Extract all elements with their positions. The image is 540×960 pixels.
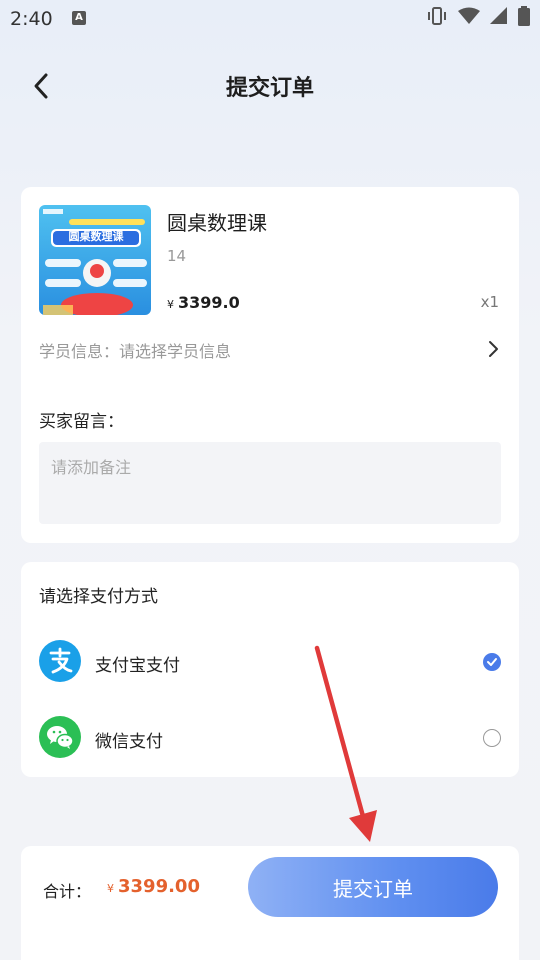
status-time: 2:40 (10, 8, 53, 30)
wechat-label: 微信支付 (95, 732, 163, 752)
status-bar: 2:40 A (0, 0, 540, 38)
wechat-radio[interactable] (483, 729, 501, 747)
total-amount: ¥3399.00 (107, 876, 200, 897)
remark-label: 买家留言： (39, 412, 124, 432)
battery-icon (518, 6, 530, 30)
currency-symbol: ¥ (167, 298, 174, 311)
chevron-right-icon (489, 341, 498, 357)
wechat-icon (39, 716, 81, 758)
signal-icon (490, 7, 508, 29)
submit-order-button[interactable]: 提交订单 (248, 857, 498, 917)
price-value: 3399.0 (178, 293, 240, 312)
total-label: 合计： (43, 882, 92, 901)
vibrate-icon (426, 7, 448, 29)
check-icon (487, 658, 497, 666)
payment-option-alipay[interactable]: 支付宝支付 (39, 640, 501, 684)
total-value: 3399.00 (118, 876, 200, 897)
thumbnail-caption: 圆桌数理课 (68, 230, 124, 243)
product-quantity: x1 (480, 293, 499, 311)
product-title: 圆桌数理课 (167, 211, 267, 235)
alipay-radio[interactable] (483, 653, 501, 671)
wifi-icon (458, 7, 480, 29)
total-currency: ¥ (107, 882, 114, 895)
notification-icon: A (72, 11, 86, 25)
nav-bar: 提交订单 (0, 58, 540, 114)
student-info-label: 学员信息：请选择学员信息 (39, 342, 232, 361)
status-icons (426, 6, 530, 30)
page-title: 提交订单 (225, 76, 314, 101)
checkout-bar: 合计： ¥3399.00 提交订单 (21, 846, 519, 960)
remark-input[interactable] (39, 442, 501, 524)
payment-title: 请选择支付方式 (39, 587, 158, 607)
student-info-row[interactable]: 学员信息：请选择学员信息 (39, 335, 501, 365)
alipay-label: 支付宝支付 (95, 656, 180, 676)
payment-card: 请选择支付方式 支付宝支付 微信支付 (21, 562, 519, 777)
product-subtitle: 14 (167, 247, 187, 265)
product-thumbnail: 圆桌数理课 (39, 205, 151, 315)
order-card: 圆桌数理课 圆桌数理课 14 ¥3399.0 x1 学员信息：请选择学员信息 买… (21, 187, 519, 543)
payment-option-wechat[interactable]: 微信支付 (39, 716, 501, 760)
alipay-icon (39, 640, 81, 682)
product-price: ¥3399.0 (167, 293, 240, 312)
